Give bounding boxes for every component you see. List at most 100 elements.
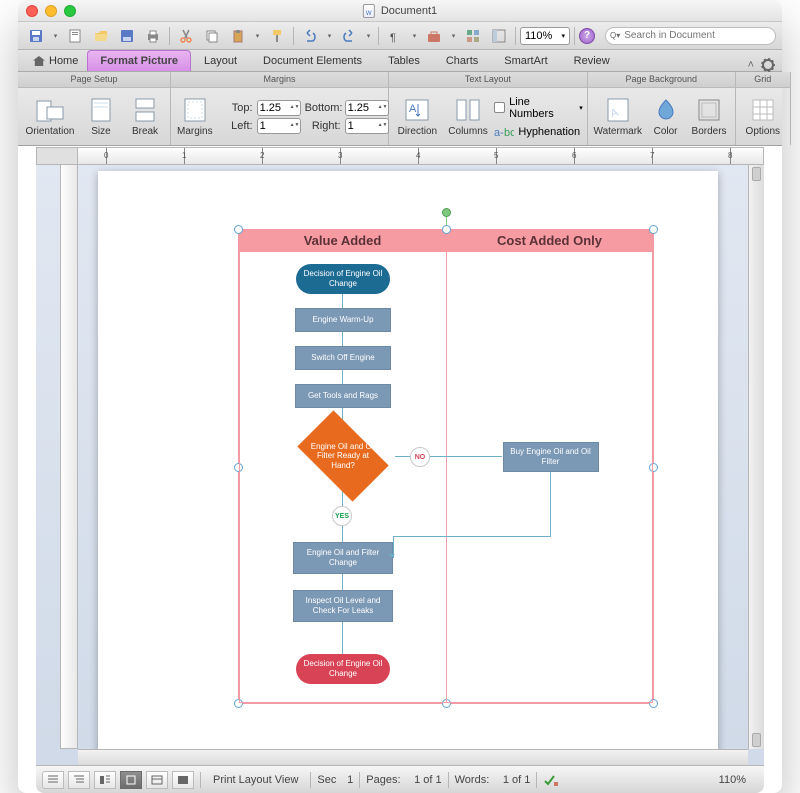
svg-text:A: A [409, 103, 417, 115]
size-button[interactable]: Size [80, 94, 122, 139]
gallery-icon[interactable] [461, 25, 485, 47]
status-view-label: Print Layout View [213, 774, 298, 786]
tab-format-picture[interactable]: Format Picture [87, 50, 191, 71]
search-field[interactable]: Q▾ [605, 27, 776, 45]
view-notebook-icon[interactable] [146, 771, 168, 789]
margins-button[interactable]: Margins [175, 94, 215, 139]
process-change: Engine Oil and Filter Change [293, 542, 393, 574]
group-margins: Margins [171, 72, 388, 88]
tab-tables[interactable]: Tables [375, 50, 433, 71]
save-dropdown[interactable]: ▾ [50, 25, 61, 47]
collapse-ribbon-icon[interactable]: ˄ [748, 59, 754, 71]
tab-layout[interactable]: Layout [191, 50, 250, 71]
document-area: 012345678 Value Added Cost Ad [36, 147, 764, 765]
search-input[interactable] [624, 30, 771, 41]
columns-button[interactable]: Columns [444, 94, 493, 139]
zoom-traffic-light[interactable] [64, 5, 76, 17]
toolbox-icon[interactable] [422, 25, 446, 47]
color-button[interactable]: Color [646, 94, 686, 139]
view-outline-icon[interactable] [68, 771, 90, 789]
group-page-setup: Page Setup [18, 72, 170, 88]
resize-handle[interactable] [442, 225, 451, 234]
rotate-handle[interactable] [442, 208, 451, 217]
direction-button[interactable]: ADirection [393, 94, 442, 139]
tab-review[interactable]: Review [561, 50, 623, 71]
vertical-ruler[interactable] [60, 165, 78, 749]
process-warmup: Engine Warm-Up [295, 308, 391, 332]
ribbon: Page Setup Orientation Size Break Margin… [18, 72, 782, 146]
right-margin-input[interactable]: 1▲▼ [345, 118, 389, 134]
home-icon [33, 56, 45, 66]
view-focus-icon[interactable] [172, 771, 194, 789]
search-dropdown-icon[interactable]: Q▾ [610, 31, 620, 40]
help-icon[interactable]: ? [579, 28, 595, 44]
borders-button[interactable]: Borders [687, 94, 730, 139]
close-traffic-light[interactable] [26, 5, 38, 17]
quick-access-toolbar: ▾ ▾ ▾ ▾ ¶ ▾ ▾ 110%▾ ? Q▾ [18, 22, 782, 50]
svg-text:a-: a- [494, 127, 504, 138]
tab-home[interactable]: Home [24, 50, 87, 71]
selected-object[interactable]: Value Added Cost Added Only [238, 229, 654, 704]
save-alt-icon[interactable] [115, 25, 139, 47]
process-tools: Get Tools and Rags [295, 384, 391, 408]
lane-cost-added: Buy Engine Oil and Oil Filter [446, 252, 654, 703]
grid-options-button[interactable]: Options [740, 94, 786, 139]
tab-charts[interactable]: Charts [433, 50, 491, 71]
ruler-corner [36, 147, 78, 165]
orientation-button[interactable]: Orientation [22, 94, 78, 139]
gear-icon[interactable] [762, 59, 774, 71]
view-draft-icon[interactable] [42, 771, 64, 789]
paste-icon[interactable] [226, 25, 250, 47]
line-numbers-checkbox[interactable]: Line Numbers▾ [494, 96, 582, 120]
cut-icon[interactable] [174, 25, 198, 47]
open-icon[interactable] [89, 25, 113, 47]
lane-header-1: Value Added [239, 230, 446, 252]
status-zoom[interactable]: 110% [719, 774, 746, 786]
ribbon-tabs: Home Format Picture Layout Document Elem… [18, 50, 782, 72]
process-inspect: Inspect Oil Level and Check For Leaks [293, 590, 393, 622]
print-icon[interactable] [141, 25, 165, 47]
zoom-combo[interactable]: 110%▾ [520, 27, 570, 45]
left-margin-input[interactable]: 1▲▼ [257, 118, 301, 134]
resize-handle[interactable] [234, 225, 243, 234]
watermark-button[interactable]: AWatermark [592, 94, 644, 139]
view-publishing-icon[interactable] [94, 771, 116, 789]
resize-handle[interactable] [649, 225, 658, 234]
page[interactable]: Value Added Cost Added Only [98, 171, 718, 749]
tab-smartart[interactable]: SmartArt [491, 50, 560, 71]
group-text-layout: Text Layout [389, 72, 587, 88]
spellcheck-icon[interactable] [543, 773, 559, 787]
copy-icon[interactable] [200, 25, 224, 47]
vertical-scrollbar[interactable] [748, 165, 764, 749]
hyphenation-checkbox[interactable]: a-bcHyphenation [494, 126, 582, 138]
lane-value-added: Decision of Engine Oil Change Engine War… [239, 252, 446, 703]
document-icon [363, 4, 375, 18]
break-button[interactable]: Break [124, 94, 166, 139]
canvas[interactable]: Value Added Cost Added Only [78, 165, 748, 749]
sidebar-icon[interactable] [487, 25, 511, 47]
connector-no: NO [410, 447, 430, 467]
group-page-background: Page Background [588, 72, 735, 88]
tab-document-elements[interactable]: Document Elements [250, 50, 375, 71]
horizontal-ruler[interactable]: 012345678 [78, 147, 764, 165]
svg-text:bc: bc [504, 127, 514, 138]
undo-icon[interactable] [298, 25, 322, 47]
decision-ready: Engine Oil and Oil Filter Ready at Hand? [288, 420, 398, 492]
format-painter-icon[interactable] [265, 25, 289, 47]
bottom-margin-input[interactable]: 1.25▲▼ [345, 100, 389, 116]
minimize-traffic-light[interactable] [45, 5, 57, 17]
undo-dropdown[interactable]: ▾ [324, 25, 335, 47]
save-icon[interactable] [24, 25, 48, 47]
paste-dropdown[interactable]: ▾ [252, 25, 263, 47]
new-doc-icon[interactable] [63, 25, 87, 47]
window-title: Document1 [381, 5, 437, 17]
top-margin-input[interactable]: 1.25▲▼ [257, 100, 301, 116]
lane-header-2: Cost Added Only [446, 230, 653, 252]
show-hide-icon[interactable]: ¶ [383, 25, 407, 47]
redo-icon[interactable] [337, 25, 361, 47]
svg-text:¶: ¶ [390, 32, 396, 43]
horizontal-scrollbar[interactable] [78, 749, 748, 765]
view-print-layout-icon[interactable] [120, 771, 142, 789]
end-terminator: Decision of Engine Oil Change [296, 654, 390, 684]
redo-dropdown[interactable]: ▾ [363, 25, 374, 47]
